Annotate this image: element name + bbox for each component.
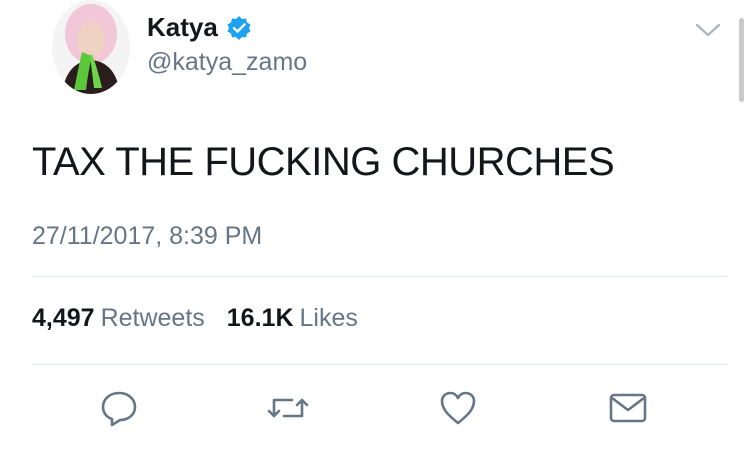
verified-badge-icon: [226, 15, 252, 41]
tweet-text: TAX THE FUCKING CHURCHES: [32, 140, 615, 184]
display-name-text[interactable]: Katya: [147, 12, 218, 43]
likes-count[interactable]: 16.1K: [227, 304, 294, 333]
tweet-stats: 4,497 Retweets 16.1K Likes: [32, 304, 358, 333]
chevron-down-icon[interactable]: [694, 20, 722, 40]
handle[interactable]: @katya_zamo: [147, 48, 307, 77]
retweets-label[interactable]: Retweets: [101, 304, 205, 333]
share-icon[interactable]: [606, 388, 650, 428]
divider: [32, 364, 728, 365]
likes-label[interactable]: Likes: [300, 304, 358, 333]
tweet-card: Katya @katya_zamo TAX THE FUCKING CHURCH…: [0, 0, 750, 470]
retweets-count[interactable]: 4,497: [32, 304, 95, 333]
retweet-icon[interactable]: [266, 388, 310, 428]
divider: [32, 276, 728, 277]
display-name[interactable]: Katya: [147, 12, 252, 43]
scrollbar[interactable]: [739, 18, 744, 102]
avatar[interactable]: [52, 0, 130, 94]
reply-icon[interactable]: [97, 388, 141, 428]
tweet-timestamp[interactable]: 27/11/2017, 8:39 PM: [32, 222, 262, 251]
like-icon[interactable]: [436, 388, 480, 428]
